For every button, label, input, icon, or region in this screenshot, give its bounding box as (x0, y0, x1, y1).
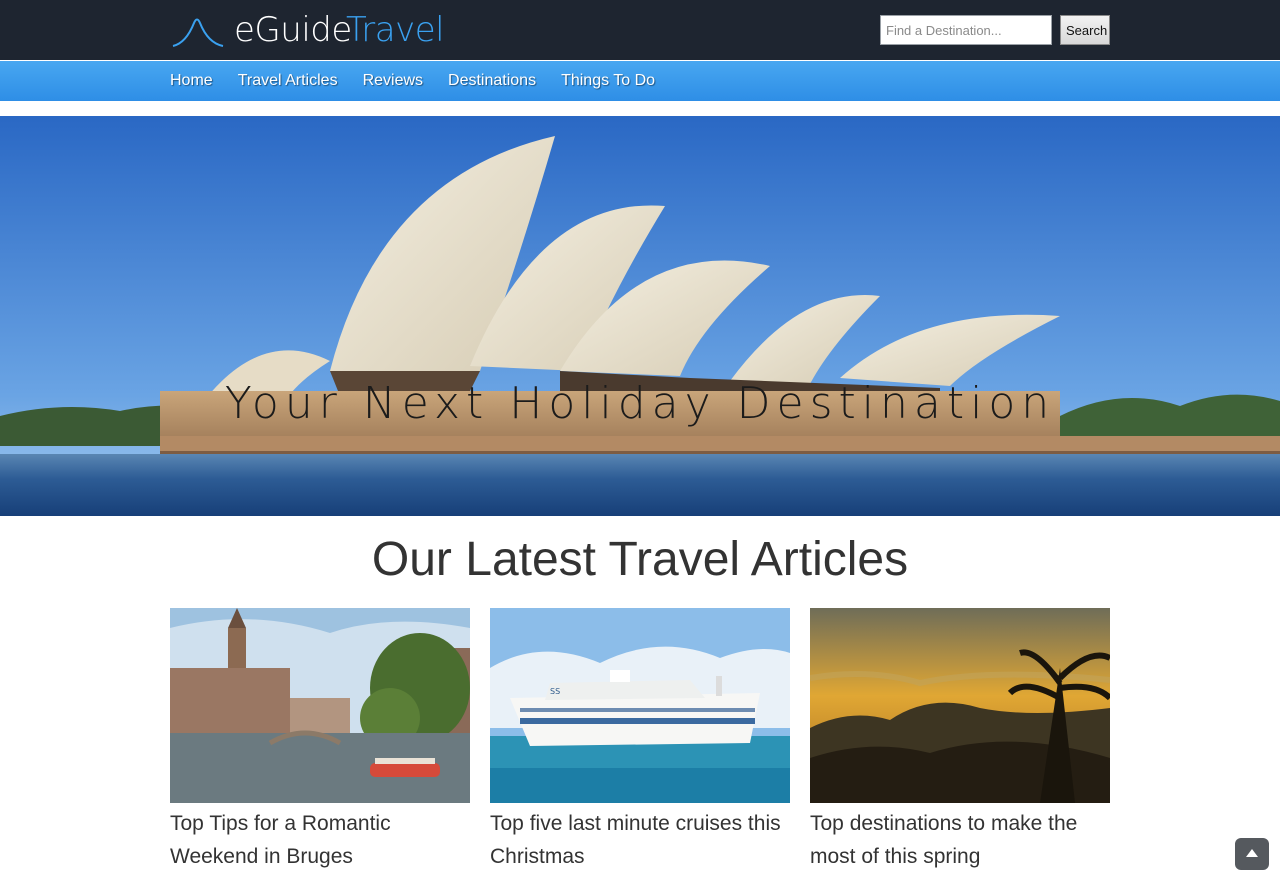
nav-item-reviews[interactable]: Reviews (363, 61, 423, 101)
logo-word-eguide: eGuide (234, 10, 346, 50)
search-button[interactable]: Search (1060, 15, 1110, 45)
destination-search-input[interactable] (880, 15, 1052, 45)
latest-articles-heading: Our Latest Travel Articles (371, 533, 909, 586)
main-navigation: Home Travel Articles Reviews Destination… (0, 61, 1280, 101)
chevron-up-icon (1246, 849, 1258, 857)
top-header: eGuideTravel Search (0, 0, 1280, 60)
article-card-bruges: Top Tips for a Romantic Weekend in Bruge… (170, 608, 470, 873)
article-title-cruises[interactable]: Top five last minute cruises this Christ… (490, 807, 790, 873)
nav-item-home[interactable]: Home (170, 61, 213, 101)
hero-opera-house-image (0, 116, 1280, 516)
mountain-arc-icon (172, 18, 224, 47)
article-card-cruises: SS Top five last minute cruises this Chr… (490, 608, 790, 873)
article-thumbnail-cruises[interactable]: SS (490, 608, 790, 803)
back-to-top-button[interactable] (1235, 838, 1269, 870)
nav-item-travel-articles[interactable]: Travel Articles (238, 61, 338, 101)
nav-menu: Home Travel Articles Reviews Destination… (170, 61, 680, 101)
article-thumbnail-bruges[interactable] (170, 608, 470, 803)
article-card-spring: Top destinations to make the most of thi… (810, 608, 1110, 873)
article-title-bruges[interactable]: Top Tips for a Romantic Weekend in Bruge… (170, 807, 470, 873)
site-logo[interactable]: eGuideTravel (172, 10, 445, 50)
nav-item-things-to-do[interactable]: Things To Do (561, 61, 655, 101)
hero-banner: Your Next Holiday Destination (0, 116, 1280, 516)
logo-word-travel: Travel (345, 10, 445, 50)
nav-item-destinations[interactable]: Destinations (448, 61, 536, 101)
svg-text:SS: SS (550, 687, 560, 696)
article-title-spring[interactable]: Top destinations to make the most of thi… (810, 807, 1110, 873)
hero-title: Your Next Holiday Destination (224, 378, 1056, 429)
logo-text: eGuideTravel (234, 10, 445, 50)
article-thumbnail-spring[interactable] (810, 608, 1110, 803)
